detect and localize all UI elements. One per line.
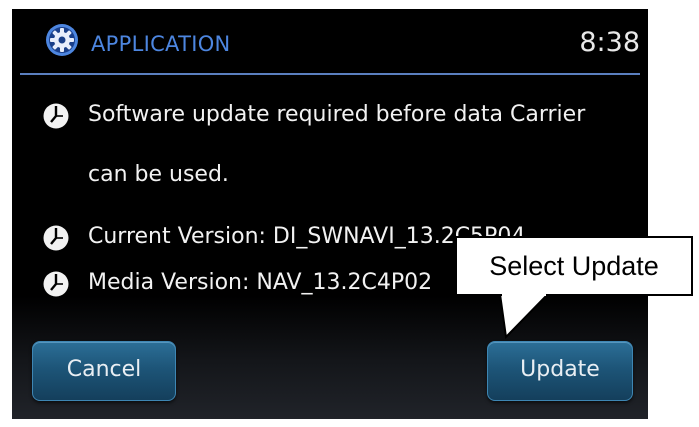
message-text: Software update required before data Car… bbox=[88, 102, 586, 127]
clock-bullet-icon bbox=[43, 103, 69, 129]
gear-icon bbox=[46, 24, 78, 56]
clock-bullet-icon bbox=[43, 271, 69, 297]
display-screen: APPLICATION 8:38 Software update require… bbox=[12, 9, 648, 419]
update-button[interactable]: Update bbox=[487, 341, 633, 401]
screen-title: APPLICATION bbox=[91, 32, 231, 56]
message-text: Media Version: NAV_13.2C4P02 bbox=[88, 270, 433, 295]
message-text: can be used. bbox=[88, 162, 229, 187]
header-divider bbox=[20, 73, 640, 75]
cancel-button[interactable]: Cancel bbox=[32, 341, 176, 401]
clock-time: 8:38 bbox=[579, 27, 640, 58]
callout-text: Select Update bbox=[489, 251, 659, 281]
clock-bullet-icon bbox=[43, 225, 69, 251]
header-bar: APPLICATION 8:38 bbox=[12, 9, 648, 75]
callout-box: Select Update bbox=[455, 236, 693, 296]
